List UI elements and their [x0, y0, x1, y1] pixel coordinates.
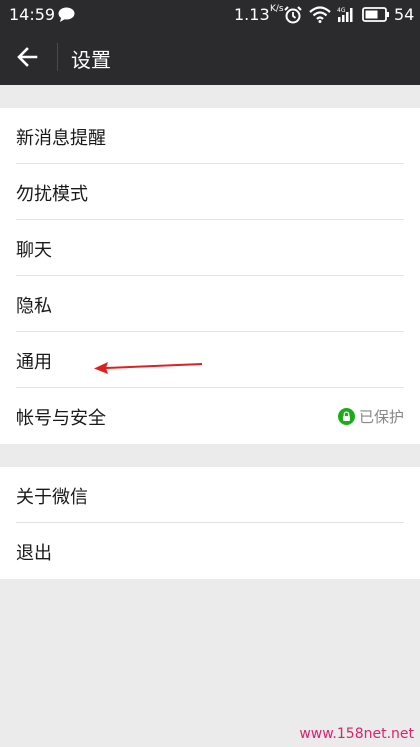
chat-bubble-icon: [58, 7, 75, 26]
app-bar: 设置: [0, 29, 420, 85]
settings-group-main: 新消息提醒 勿扰模式 聊天 隐私 通用 帐号与安全 已保护: [0, 108, 420, 444]
protection-status-text: 已保护: [358, 408, 404, 426]
network-speed-unit: K/s: [270, 4, 284, 14]
battery-icon: [362, 7, 390, 26]
status-bar: 14:59 1.13 K/s 4G 54: [0, 0, 420, 29]
settings-item-do-not-disturb[interactable]: 勿扰模式: [0, 164, 420, 220]
status-time: 14:59: [9, 5, 56, 24]
settings-item-account-security[interactable]: 帐号与安全 已保护: [0, 388, 420, 444]
cellular-signal-icon: 4G: [336, 6, 356, 27]
settings-item-label: 聊天: [16, 240, 52, 261]
settings-item-label: 新消息提醒: [16, 128, 106, 149]
settings-item-label: 通用: [16, 352, 52, 373]
lock-icon: [337, 408, 355, 425]
network-type: 4G: [337, 7, 346, 14]
settings-item-label: 隐私: [16, 296, 52, 317]
account-protection-status: 已保护: [337, 406, 404, 427]
settings-item-chats[interactable]: 聊天: [0, 220, 420, 276]
settings-item-about[interactable]: 关于微信: [0, 467, 420, 523]
watermark: www.158net.net: [299, 726, 414, 742]
wifi-icon: [309, 6, 331, 27]
page-title: 设置: [71, 48, 111, 72]
settings-item-label: 关于微信: [16, 487, 88, 508]
battery-level: 54: [394, 5, 415, 24]
settings-item-privacy[interactable]: 隐私: [0, 276, 420, 332]
settings-item-label: 帐号与安全: [16, 408, 106, 429]
settings-item-label: 勿扰模式: [16, 184, 88, 205]
annotation-arrow: [92, 358, 204, 380]
alarm-icon: [284, 6, 302, 28]
settings-item-label: 退出: [16, 543, 52, 564]
settings-group-secondary: 关于微信 退出: [0, 467, 420, 579]
settings-item-new-message-alerts[interactable]: 新消息提醒: [0, 108, 420, 164]
settings-item-log-out[interactable]: 退出: [0, 523, 420, 579]
network-speed: 1.13: [234, 5, 270, 24]
settings-item-general[interactable]: 通用: [0, 332, 420, 388]
app-bar-divider: [57, 43, 58, 71]
back-arrow-icon[interactable]: [14, 43, 42, 71]
